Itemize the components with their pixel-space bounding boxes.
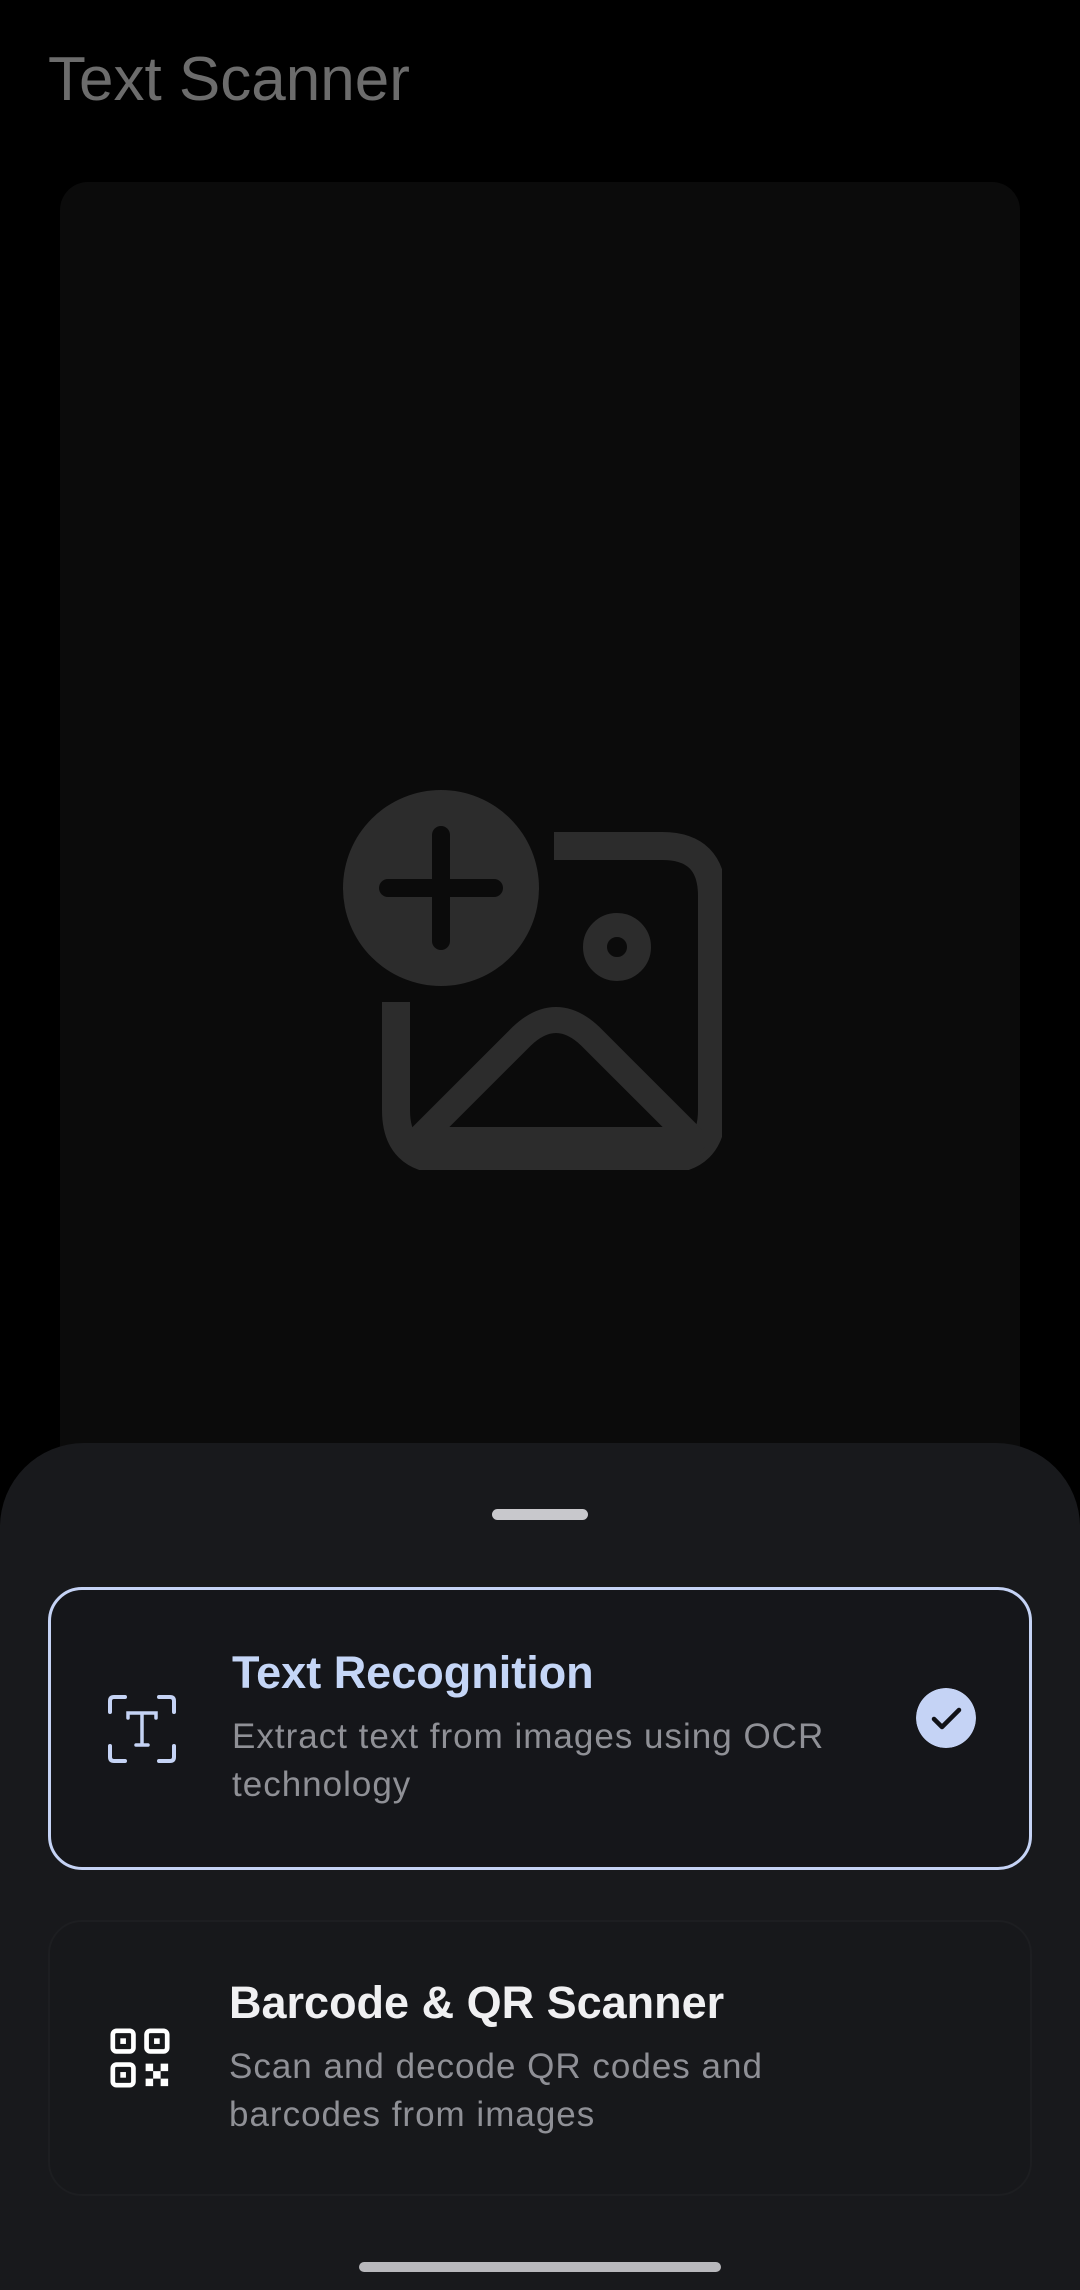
mode-description: Extract text from images using OCR techn… bbox=[232, 1717, 825, 1804]
text-recognition-icon bbox=[108, 1695, 176, 1763]
check-icon bbox=[916, 1688, 976, 1748]
add-photo-icon[interactable] bbox=[338, 785, 722, 1170]
mode-title: Text Recognition bbox=[232, 1647, 594, 1698]
mode-text-block: Text Recognition Extract text from image… bbox=[232, 1647, 919, 1809]
mode-title: Barcode & QR Scanner bbox=[229, 1977, 725, 2028]
mode-description: Scan and decode QR codes and barcodes fr… bbox=[229, 2047, 763, 2134]
mode-text-block: Barcode & QR Scanner Scan and decode QR … bbox=[229, 1977, 920, 2139]
mode-card-text-recognition[interactable]: Text Recognition Extract text from image… bbox=[48, 1587, 1032, 1870]
drag-handle[interactable] bbox=[492, 1509, 588, 1520]
mode-card-barcode-qr[interactable]: Barcode & QR Scanner Scan and decode QR … bbox=[48, 1920, 1032, 2196]
home-indicator[interactable] bbox=[359, 2262, 721, 2272]
page-title: Text Scanner bbox=[48, 45, 410, 114]
qr-code-icon bbox=[110, 2028, 170, 2088]
